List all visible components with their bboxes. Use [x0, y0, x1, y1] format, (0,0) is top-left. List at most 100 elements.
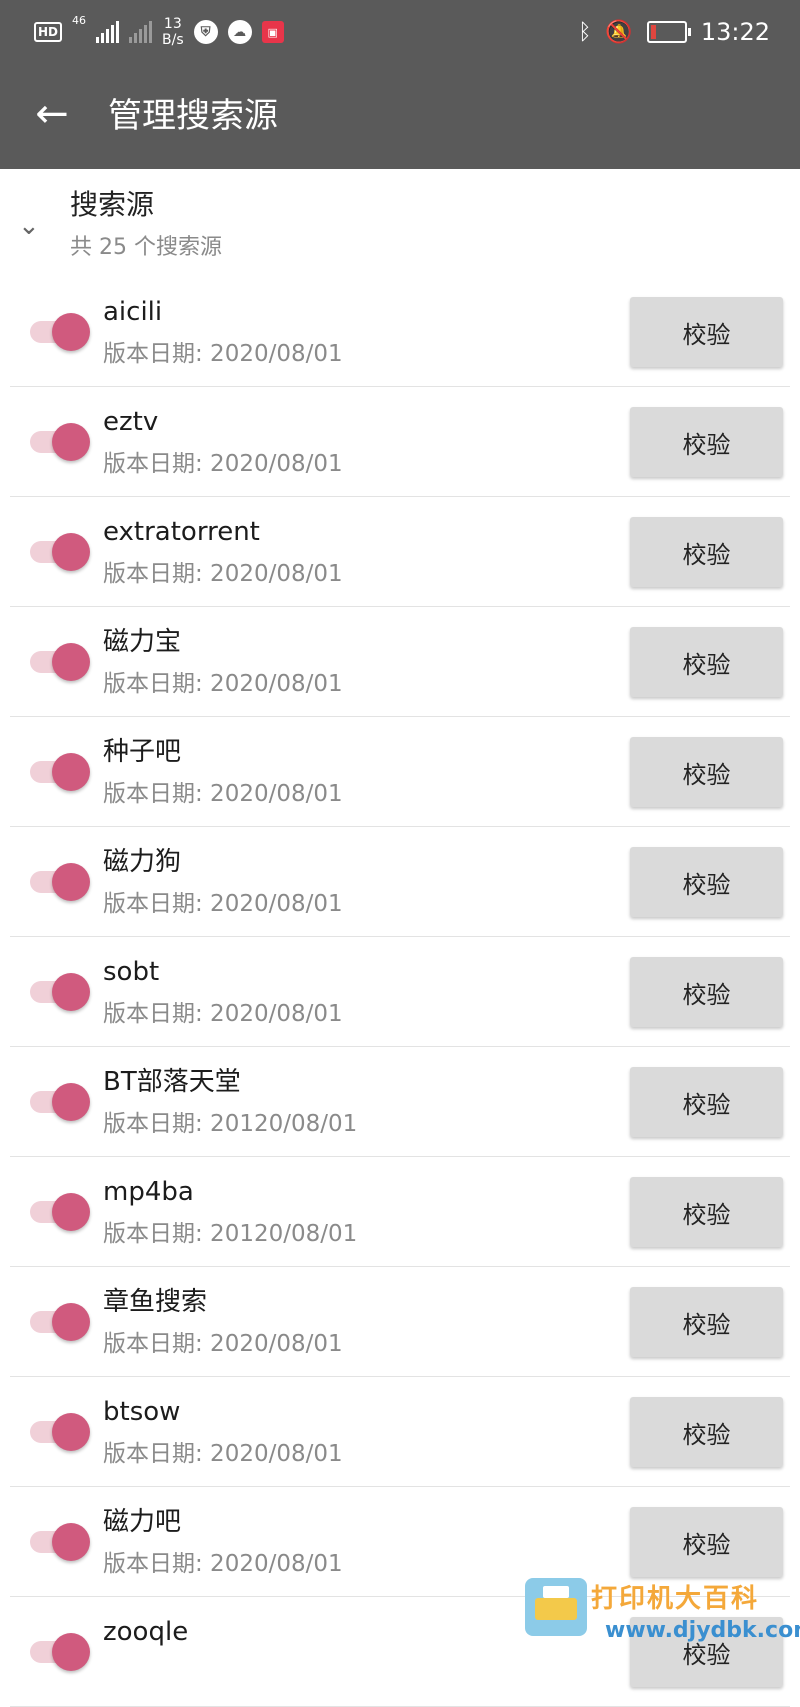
bluetooth-icon: ᛒ: [578, 19, 592, 45]
status-bar: HD 46 13 B/s ⛨ ☁ ▣ ᛒ 🔕 13:22: [0, 0, 800, 64]
toggle-thumb: [52, 533, 90, 571]
speed-unit: B/s: [162, 32, 184, 48]
source-date: 版本日期: 2020/08/01: [103, 1551, 343, 1577]
source-date: 版本日期: 2020/08/01: [103, 671, 343, 697]
source-toggle[interactable]: [30, 421, 90, 461]
source-date: 版本日期: 2020/08/01: [103, 341, 343, 367]
section-header[interactable]: ⌄ 搜索源 共 25 个搜索源: [0, 169, 800, 277]
clock: 13:22: [700, 18, 770, 46]
source-toggle[interactable]: [30, 1521, 90, 1561]
source-name: zooqle: [103, 1617, 189, 1647]
toggle-thumb: [52, 1413, 90, 1451]
hd-icon: HD: [34, 22, 63, 42]
verify-button[interactable]: 校验: [630, 1287, 783, 1357]
list-item: eztv 版本日期: 2020/08/01 校验: [0, 387, 800, 497]
section-title: 搜索源: [70, 188, 155, 221]
list-item: mp4ba 版本日期: 20120/08/01 校验: [0, 1157, 800, 1267]
source-name: extratorrent: [103, 517, 260, 547]
store-icon: ▣: [261, 21, 284, 43]
list-item: 种子吧版本日期: 2020/08/01 校验: [0, 717, 800, 827]
source-toggle[interactable]: [30, 971, 90, 1011]
shield-icon: ⛨: [193, 20, 218, 44]
list-item: 磁力宝版本日期: 2020/08/01 校验: [0, 607, 800, 717]
verify-button[interactable]: 校验: [630, 297, 783, 367]
verify-button[interactable]: 校验: [630, 1067, 783, 1137]
app-bar: ← 管理搜索源: [0, 64, 800, 169]
list-item: sobt 版本日期: 2020/08/01 校验: [0, 937, 800, 1047]
source-date: 版本日期: 2020/08/01: [103, 1001, 343, 1027]
source-name: 磁力狗: [103, 847, 182, 877]
toggle-thumb: [52, 643, 90, 681]
source-toggle[interactable]: [30, 1191, 90, 1231]
toggle-thumb: [52, 1303, 90, 1341]
network-type: 46: [72, 14, 87, 27]
source-toggle[interactable]: [30, 641, 90, 681]
source-toggle[interactable]: [30, 861, 90, 901]
page-title: 管理搜索源: [108, 96, 278, 136]
verify-button[interactable]: 校验: [630, 847, 783, 917]
source-name: 磁力吧: [103, 1507, 182, 1537]
source-toggle[interactable]: [30, 1411, 90, 1451]
toggle-thumb: [52, 1523, 90, 1561]
verify-button[interactable]: 校验: [630, 957, 783, 1027]
toggle-thumb: [52, 1193, 90, 1231]
toggle-thumb: [52, 423, 90, 461]
source-date: 版本日期: 2020/08/01: [103, 891, 343, 917]
no-signal-icon: [129, 21, 153, 43]
source-toggle[interactable]: [30, 311, 90, 351]
bell-off-icon: 🔕: [605, 19, 633, 45]
source-name: sobt: [103, 957, 160, 987]
source-name: aicili: [103, 297, 163, 327]
network-speed: 13 B/s: [162, 16, 184, 48]
watermark-line1: 打印机大百科: [591, 1584, 760, 1614]
source-name: BT部落天堂: [103, 1067, 241, 1097]
source-date: 版本日期: 2020/08/01: [103, 781, 343, 807]
list-item: BT部落天堂 版本日期: 20120/08/01 校验: [0, 1047, 800, 1157]
source-date: 版本日期: 2020/08/01: [103, 451, 343, 477]
source-name: 章鱼搜索: [103, 1287, 208, 1317]
verify-button[interactable]: 校验: [630, 407, 783, 477]
signal-icon: [96, 21, 120, 43]
verify-button[interactable]: 校验: [630, 1177, 783, 1247]
source-name: btsow: [103, 1397, 181, 1427]
toggle-thumb: [52, 863, 90, 901]
toggle-thumb: [52, 1083, 90, 1121]
source-toggle[interactable]: [30, 1301, 90, 1341]
speed-value: 13: [163, 16, 182, 32]
source-toggle[interactable]: [30, 1081, 90, 1121]
source-toggle[interactable]: [30, 531, 90, 571]
battery-icon: [646, 21, 691, 43]
toggle-thumb: [52, 973, 90, 1011]
list-item: extratorrent 版本日期: 2020/08/01 校验: [0, 497, 800, 607]
verify-button[interactable]: 校验: [630, 737, 783, 807]
arrow-left-icon[interactable]: ←: [30, 92, 74, 136]
list-item: aicili 版本日期: 2020/08/01 校验: [0, 277, 800, 387]
source-date: 版本日期: 20120/08/01: [103, 1221, 358, 1247]
source-name: mp4ba: [103, 1177, 194, 1207]
watermark: 打印机大百科 www.djydbk.com: [525, 1570, 800, 1662]
source-toggle[interactable]: [30, 751, 90, 791]
verify-button[interactable]: 校验: [630, 1397, 783, 1467]
source-list: aicili 版本日期: 2020/08/01 校验 eztv 版本日期: 2020/0…: [0, 277, 800, 1707]
toggle-thumb: [52, 313, 90, 351]
source-name: eztv: [103, 407, 159, 437]
section-subtitle: 共 25 个搜索源: [70, 235, 222, 260]
verify-button[interactable]: 校验: [630, 1507, 783, 1577]
toggle-thumb: [52, 1633, 90, 1671]
source-name: 种子吧: [103, 737, 182, 767]
watermark-line2: www.djydbk.com: [605, 1618, 800, 1643]
list-item: 章鱼搜索版本日期: 2020/08/01 校验: [0, 1267, 800, 1377]
cloud-icon: ☁: [227, 20, 252, 44]
status-left: HD 46 13 B/s ⛨ ☁ ▣: [34, 14, 284, 50]
status-right: ᛒ 🔕 13:22: [578, 14, 770, 50]
list-item: 磁力狗版本日期: 2020/08/01 校验: [0, 827, 800, 937]
source-date: 版本日期: 2020/08/01: [103, 561, 343, 587]
chevron-down-icon[interactable]: ⌄: [18, 211, 40, 241]
verify-button[interactable]: 校验: [630, 627, 783, 697]
source-toggle[interactable]: [30, 1631, 90, 1671]
verify-button[interactable]: 校验: [630, 517, 783, 587]
source-name: 磁力宝: [103, 627, 182, 657]
source-date: 版本日期: 2020/08/01: [103, 1331, 343, 1357]
list-item: btsow 版本日期: 2020/08/01 校验: [0, 1377, 800, 1487]
printer-logo-icon: [525, 1578, 587, 1636]
